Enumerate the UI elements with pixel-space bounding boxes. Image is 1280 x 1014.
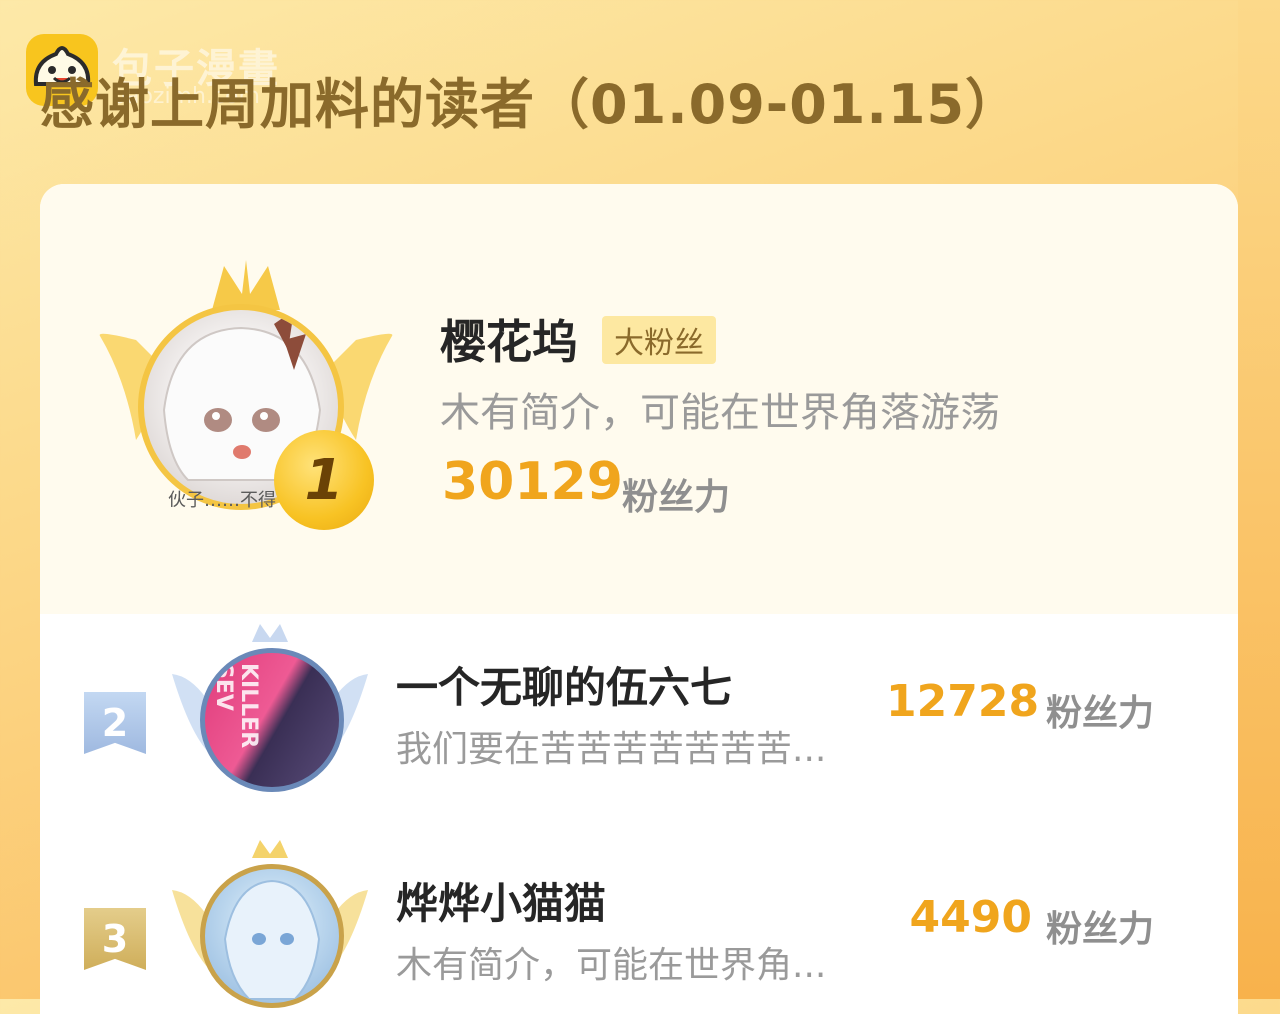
page-title: 感谢上周加料的读者（01.09-01.15） bbox=[40, 73, 1021, 136]
rank-badge-gold: 1 bbox=[274, 430, 374, 530]
page-edge bbox=[1238, 0, 1280, 999]
row-user-points: 4490 bbox=[909, 892, 1032, 943]
first-user-bio: 木有简介，可能在世界角落游荡 bbox=[440, 390, 1000, 436]
row-user-name[interactable]: 一个无聊的伍六七 bbox=[396, 654, 732, 715]
first-user-name[interactable]: 樱花坞 bbox=[440, 306, 578, 372]
avatar-art-text: KILLER SEV bbox=[211, 663, 261, 749]
row-avatar[interactable] bbox=[200, 864, 344, 1008]
row-avatar[interactable]: KILLER SEV bbox=[200, 648, 344, 792]
points-unit-label: 粉丝力 bbox=[1046, 909, 1155, 950]
row-user-bio: 我们要在苦苦苦苦苦苦苦... bbox=[396, 729, 827, 770]
anime-fairy-icon bbox=[223, 879, 321, 1000]
row-user-bio: 木有简介，可能在世界角... bbox=[396, 945, 827, 986]
points-unit-label: 粉丝力 bbox=[622, 477, 731, 518]
leaderboard-card: 伙子……不得 1 樱花坞 大粉丝 木有简介，可能在世界角落游荡 30129 粉丝… bbox=[40, 184, 1238, 1014]
first-user-points: 30129 bbox=[442, 452, 623, 512]
leaderboard-row[interactable]: 3 烨烨小猫猫 木有简介，可能在世界角... 4490 粉丝力 bbox=[40, 840, 1238, 1014]
row-user-name[interactable]: 烨烨小猫猫 bbox=[396, 870, 606, 931]
rank-flag-bronze: 3 bbox=[84, 908, 146, 970]
row-user-points: 12728 bbox=[886, 676, 1040, 727]
leaderboard-row[interactable]: 2 KILLER SEV 一个无聊的伍六七 我们要在苦苦苦苦苦苦苦... 127… bbox=[40, 624, 1238, 824]
rank-flag-silver: 2 bbox=[84, 692, 146, 754]
first-avatar-frame: 伙子……不得 1 bbox=[96, 260, 396, 540]
fan-level-badge: 大粉丝 bbox=[602, 316, 716, 364]
first-place-section[interactable]: 伙子……不得 1 樱花坞 大粉丝 木有简介，可能在世界角落游荡 30129 粉丝… bbox=[40, 184, 1238, 614]
points-unit-label: 粉丝力 bbox=[1046, 693, 1155, 734]
avatar-caption: 伙子……不得 bbox=[168, 490, 276, 511]
